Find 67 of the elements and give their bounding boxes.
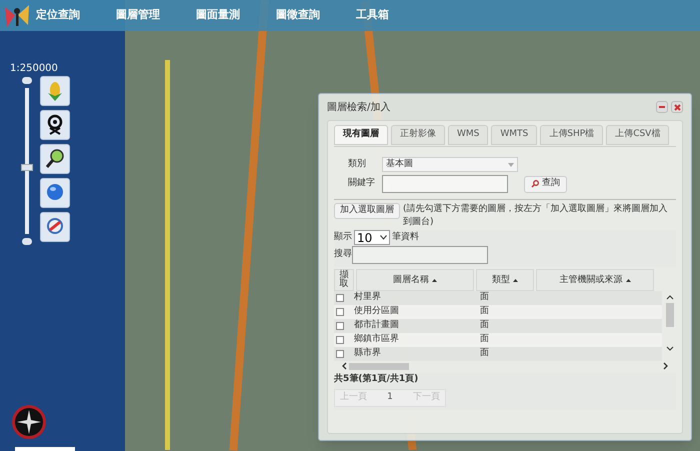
sort-icon [513, 278, 518, 282]
close-button[interactable] [671, 101, 683, 113]
column-header[interactable]: 主管機關或來源 [536, 269, 654, 291]
column-header[interactable]: 擷取 [334, 269, 354, 291]
summary-text: 共5筆(第1頁/共1頁) [334, 373, 420, 386]
checkbox[interactable] [336, 322, 344, 330]
sort-icon [626, 278, 630, 282]
menu-item[interactable]: 圖層管理 [116, 7, 160, 24]
table-cell-text: 面 [480, 291, 490, 304]
table-cell-text: 面 [480, 319, 490, 332]
menu-item[interactable]: 工具箱 [356, 7, 389, 24]
tab[interactable]: WMS [448, 125, 488, 145]
scale-bar [15, 447, 75, 451]
slider-thumb[interactable] [21, 164, 33, 172]
tab[interactable]: WMTS [491, 125, 538, 145]
dialog-title: 圖層檢索/加入 [327, 100, 390, 114]
checkbox[interactable] [336, 308, 344, 316]
category-dropdown[interactable]: 基本圖 [382, 157, 518, 172]
tab[interactable]: 上傳SHP檔 [540, 125, 604, 145]
menu-item[interactable]: 圖面量測 [196, 7, 240, 24]
table-cell-text: 村里界 [354, 291, 382, 304]
logo-icon [4, 2, 30, 28]
add-layers-button[interactable]: 加入選取圖層 [334, 203, 400, 219]
checkbox[interactable] [336, 350, 344, 358]
query-button[interactable]: 查詢 [524, 176, 567, 192]
scroll-down-icon[interactable] [666, 346, 674, 351]
zoom-slider[interactable] [22, 77, 32, 245]
keyword-label: 關鍵字 [348, 177, 376, 190]
column-header[interactable]: 圖層名稱 [356, 269, 474, 291]
table-cell-text: 使用分區圖 [354, 305, 400, 318]
category-label: 類別 [348, 158, 367, 171]
compass-icon[interactable] [11, 404, 47, 440]
keyword-field[interactable] [382, 175, 508, 193]
pager-button[interactable]: 1 [372, 390, 408, 406]
table-search-field[interactable] [352, 246, 488, 264]
page-size-select[interactable]: 10 [354, 230, 390, 245]
table-cell-text: 面 [480, 347, 490, 360]
table-cell-text: 面 [480, 305, 490, 318]
tab[interactable]: 上傳CSV檔 [606, 125, 670, 145]
show-suffix: 筆資料 [392, 230, 419, 244]
show-label: 顯示 [334, 230, 352, 244]
scroll-right-icon[interactable] [663, 362, 668, 370]
table-cell-text: 面 [480, 333, 490, 346]
column-header[interactable]: 類型 [476, 269, 534, 291]
menu-item[interactable]: 定位查詢 [36, 7, 80, 24]
vertical-scrollbar[interactable] [665, 295, 674, 351]
sort-icon [432, 278, 437, 282]
minimize-button[interactable] [656, 101, 668, 113]
caret-icon [508, 162, 514, 166]
search-label: 搜尋 [334, 248, 352, 262]
table-cell-text: 都市計畫圖 [354, 319, 400, 332]
checkbox[interactable] [336, 294, 344, 302]
checkbox[interactable] [336, 336, 344, 344]
scroll-left-icon[interactable] [342, 362, 347, 370]
table-cell-text: 縣市界 [354, 347, 382, 360]
add-hint: (請先勾選下方需要的圖層，按左方「加入選取圖層」來將圖層加入到圖台) [403, 203, 669, 229]
menu-item[interactable]: 圖徵查詢 [276, 7, 320, 24]
close-icon [674, 104, 680, 110]
table-cell-text: 鄉鎮市區界 [354, 333, 400, 346]
map-tool-button[interactable] [40, 144, 70, 174]
chevron-icon [380, 235, 387, 240]
tab[interactable]: 現有圖層 [334, 125, 388, 145]
search-icon [531, 180, 539, 188]
map-tool-button[interactable] [40, 110, 70, 140]
tab[interactable]: 正射影像 [391, 125, 445, 145]
minus-icon [659, 106, 665, 108]
scroll-up-icon[interactable] [666, 295, 674, 300]
